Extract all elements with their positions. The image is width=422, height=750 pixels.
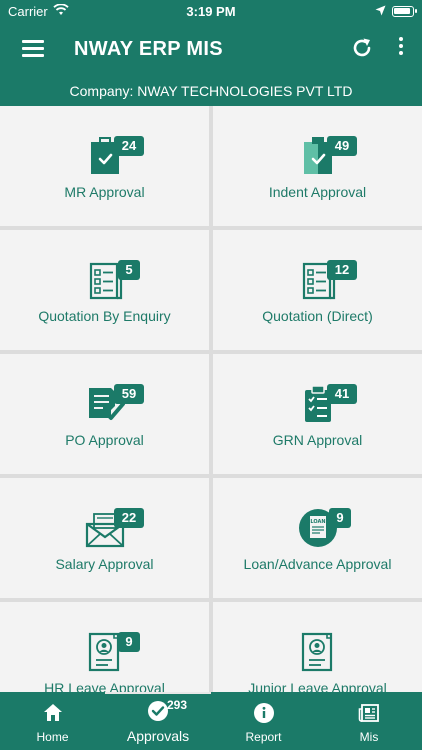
nav-label: Report (245, 730, 282, 744)
app-title: NWAY ERP MIS (74, 38, 223, 60)
tile-salary-approval[interactable]: 22 Salary Approval (0, 478, 209, 598)
status-bar: Carrier 3:19 PM (0, 0, 422, 22)
count-badge: 12 (327, 260, 357, 280)
tile-label: Loan/Advance Approval (243, 556, 392, 572)
clock-time: 3:19 PM (186, 4, 236, 19)
tile-po-approval[interactable]: 59 PO Approval (0, 354, 209, 474)
nav-label: Home (36, 730, 69, 744)
tile-mr-approval[interactable]: 24 MR Approval (0, 106, 209, 226)
profile-document-icon (298, 632, 338, 672)
nav-mis[interactable]: Mis (316, 692, 422, 750)
tile-label: PO Approval (65, 432, 144, 448)
nav-report[interactable]: Report (211, 692, 316, 750)
count-badge: 41 (327, 384, 357, 404)
tile-indent-approval[interactable]: 49 Indent Approval (213, 106, 422, 226)
tile-label: Junior Leave Approval (248, 680, 387, 692)
tile-loan-advance-approval[interactable]: LOAN 9 Loan/Advance Approval (213, 478, 422, 598)
nav-label: Approvals (126, 728, 190, 744)
battery-icon (392, 6, 417, 17)
count-badge: 24 (114, 136, 144, 156)
nav-home[interactable]: Home (0, 692, 105, 750)
tile-hr-leave-approval[interactable]: 9 HR Leave Approval (0, 602, 209, 692)
app-bar: NWAY ERP MIS (0, 22, 422, 76)
count-badge: 9 (118, 632, 140, 652)
approvals-count-badge: 293 (167, 698, 188, 712)
bottom-navigation: Home 293 Approvals Report Mis (0, 692, 422, 750)
hamburger-menu-icon[interactable] (22, 40, 44, 58)
nav-label: Mis (359, 730, 379, 744)
info-circle-icon (253, 702, 275, 724)
tile-label: Quotation (Direct) (262, 308, 373, 324)
tile-label: Quotation By Enquiry (38, 308, 171, 324)
company-label: Company: NWAY TECHNOLOGIES PVT LTD (0, 76, 422, 106)
tile-quotation-by-enquiry[interactable]: 5 Quotation By Enquiry (0, 230, 209, 350)
location-arrow-icon (375, 4, 386, 19)
approval-grid: 24 MR Approval 49 Indent Approval 5 Quot… (0, 106, 422, 692)
count-badge: 5 (118, 260, 140, 280)
tile-grn-approval[interactable]: 41 GRN Approval (213, 354, 422, 474)
count-badge: 9 (329, 508, 351, 528)
newspaper-icon (358, 702, 380, 724)
refresh-icon[interactable] (350, 36, 374, 60)
check-circle-icon (147, 700, 169, 722)
more-options-icon[interactable] (394, 37, 408, 61)
tile-label: Indent Approval (268, 184, 367, 200)
nav-approvals[interactable]: 293 Approvals (105, 692, 211, 750)
count-badge: 22 (114, 508, 144, 528)
count-badge: 59 (114, 384, 144, 404)
tile-label: GRN Approval (272, 432, 363, 448)
home-icon (42, 702, 64, 724)
svg-text:LOAN: LOAN (310, 519, 325, 525)
tile-label: Salary Approval (55, 556, 154, 572)
tile-label: HR Leave Approval (44, 680, 165, 692)
tile-quotation-direct[interactable]: 12 Quotation (Direct) (213, 230, 422, 350)
tile-label: MR Approval (64, 184, 145, 200)
tile-junior-leave-approval[interactable]: Junior Leave Approval (213, 602, 422, 692)
count-badge: 49 (327, 136, 357, 156)
